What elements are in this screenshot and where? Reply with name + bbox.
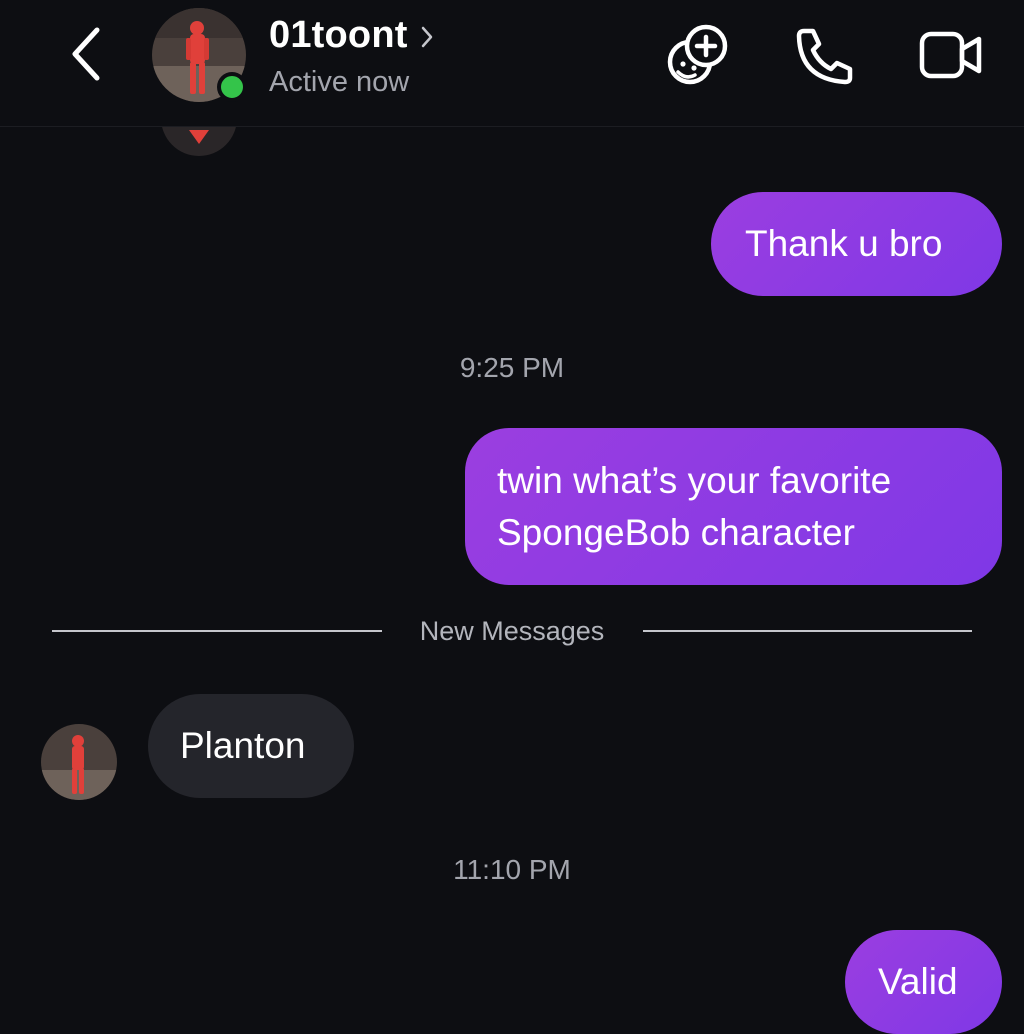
message-text: Thank u bro — [745, 223, 943, 264]
phone-icon — [796, 28, 853, 85]
add-friends-button[interactable] — [662, 22, 732, 88]
online-status-dot — [217, 72, 247, 102]
outgoing-message[interactable]: Valid — [845, 930, 1002, 1034]
contact-username: 01toont — [269, 14, 408, 56]
video-call-button[interactable] — [916, 22, 986, 88]
divider-line-right — [643, 630, 972, 632]
message-text-line: SpongeBob character — [497, 512, 855, 553]
add-friends-icon — [667, 24, 728, 85]
incoming-message[interactable]: Planton — [148, 694, 354, 798]
message-text: Planton — [180, 725, 306, 766]
outgoing-message[interactable]: Thank u bro — [711, 192, 1002, 296]
sender-avatar[interactable] — [41, 724, 117, 800]
message-text: Valid — [878, 961, 958, 1002]
active-status: Active now — [269, 66, 410, 98]
chevron-right-icon — [421, 26, 432, 47]
profile-link[interactable]: 01toont — [269, 14, 434, 57]
message-text-line: twin what’s your favorite — [497, 460, 892, 501]
voice-call-button[interactable] — [792, 22, 858, 88]
video-camera-icon — [919, 31, 982, 79]
back-button[interactable] — [58, 22, 114, 86]
message-timestamp: 11:10 PM — [453, 854, 571, 885]
chat-header: 01toont Active now — [0, 0, 1024, 127]
chevron-left-icon — [72, 27, 100, 81]
message-timestamp: 9:25 PM — [459, 352, 565, 383]
outgoing-message[interactable]: twin what’s your favorite SpongeBob char… — [465, 428, 1002, 585]
